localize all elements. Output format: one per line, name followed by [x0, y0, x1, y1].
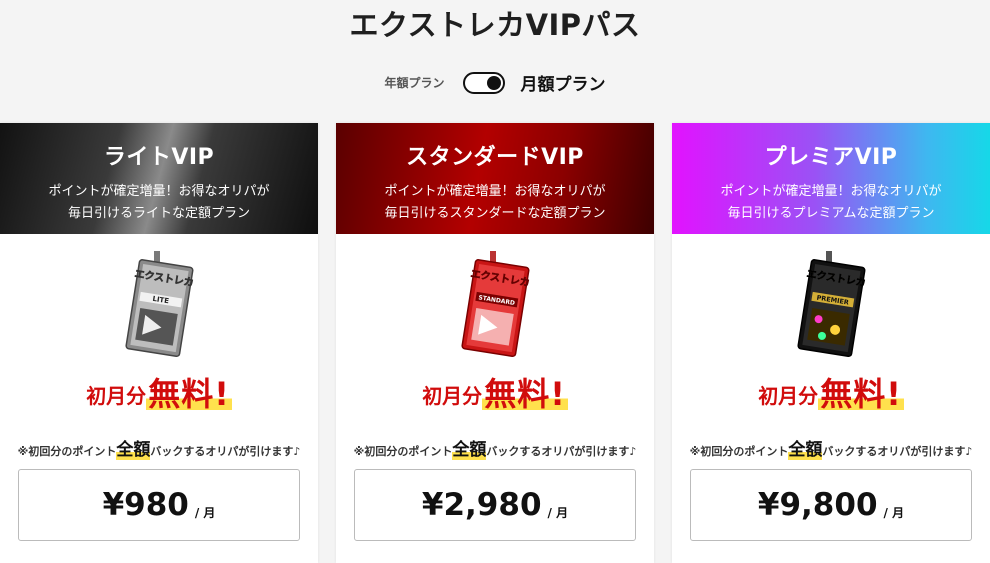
- price-amount: ¥980: [102, 487, 189, 523]
- plan-header: プレミアVIP ポイントが確定増量！お得なオリパが 毎日引けるプレミアムな定額プ…: [672, 123, 990, 234]
- promo-first-month: 初月分: [758, 384, 819, 408]
- price-unit: / 月: [194, 505, 216, 520]
- cashback-note: ※初回分のポイント全額バックするオリパが引けます♪: [0, 435, 318, 460]
- price-box[interactable]: ¥980 / 月: [18, 469, 300, 541]
- note-text: ※初回分のポイント: [353, 445, 453, 458]
- note-highlight: 全額: [788, 440, 823, 460]
- promo-first-month: 初月分: [422, 384, 483, 408]
- promo-first-month-free: 初月分無料!: [0, 369, 318, 415]
- vip-card-image: エクストレカ STANDARD: [336, 251, 654, 361]
- note-text: バックするオリパが引けます♪: [822, 445, 973, 458]
- note-highlight: 全額: [452, 440, 487, 460]
- plan-description-line: ポイントが確定増量！お得なオリパが: [48, 184, 270, 199]
- plan-list: ライトVIP ポイントが確定増量！お得なオリパが 毎日引けるライトな定額プラン …: [0, 123, 990, 563]
- plan-header: スタンダードVIP ポイントが確定増量！お得なオリパが 毎日引けるスタンダードな…: [336, 123, 654, 234]
- price-amount: ¥2,980: [421, 487, 542, 523]
- billing-toggle: 年額プラン 月額プラン: [0, 70, 990, 95]
- note-text: バックするオリパが引けます♪: [150, 445, 301, 458]
- plan-card-standard[interactable]: スタンダードVIP ポイントが確定増量！お得なオリパが 毎日引けるスタンダードな…: [336, 123, 654, 563]
- plan-name: スタンダードVIP: [406, 145, 584, 170]
- price-unit: / 月: [547, 505, 569, 520]
- cashback-note: ※初回分のポイント全額バックするオリパが引けます♪: [672, 435, 990, 460]
- vip-card-image: エクストレカ PREMIER: [672, 251, 990, 361]
- price-box[interactable]: ¥2,980 / 月: [354, 469, 636, 541]
- plan-name: ライトVIP: [103, 145, 215, 170]
- billing-period-switch[interactable]: [462, 71, 505, 94]
- plan-card-lite[interactable]: ライトVIP ポイントが確定増量！お得なオリパが 毎日引けるライトな定額プラン …: [0, 123, 318, 563]
- promo-first-month-free: 初月分無料!: [672, 369, 990, 415]
- note-text: ※初回分のポイント: [17, 445, 117, 458]
- promo-first-month: 初月分: [86, 384, 147, 408]
- promo-free: 無料!: [146, 375, 232, 413]
- plan-description: ポイントが確定増量！お得なオリパが 毎日引けるプレミアムな定額プラン: [672, 181, 990, 225]
- price-amount: ¥9,800: [757, 487, 878, 523]
- price-box[interactable]: ¥9,800 / 月: [690, 469, 972, 541]
- page-title: エクストレカVIPパス: [349, 8, 641, 42]
- price-unit: / 月: [883, 505, 905, 520]
- cashback-note: ※初回分のポイント全額バックするオリパが引けます♪: [336, 435, 654, 460]
- yearly-plan-label[interactable]: 年額プラン: [384, 74, 444, 91]
- promo-free: 無料!: [818, 375, 904, 413]
- vip-card-image: エクストレカ LITE: [0, 251, 318, 361]
- promo-free: 無料!: [482, 375, 568, 413]
- note-text: ※初回分のポイント: [689, 445, 789, 458]
- plan-name: プレミアVIP: [764, 145, 898, 170]
- plan-header: ライトVIP ポイントが確定増量！お得なオリパが 毎日引けるライトな定額プラン: [0, 123, 318, 234]
- plan-description-line: 毎日引けるプレミアムな定額プラン: [727, 206, 935, 221]
- plan-card-premier[interactable]: プレミアVIP ポイントが確定増量！お得なオリパが 毎日引けるプレミアムな定額プ…: [672, 123, 990, 563]
- plan-description-line: 毎日引けるスタンダードな定額プラン: [384, 206, 606, 221]
- plan-description-line: 毎日引けるライトな定額プラン: [67, 206, 250, 221]
- note-highlight: 全額: [116, 440, 151, 460]
- plan-description-line: ポイントが確定増量！お得なオリパが: [720, 184, 942, 199]
- promo-first-month-free: 初月分無料!: [336, 369, 654, 415]
- plan-description-line: ポイントが確定増量！お得なオリパが: [384, 184, 606, 199]
- monthly-plan-label[interactable]: 月額プラン: [521, 70, 606, 95]
- note-text: バックするオリパが引けます♪: [486, 445, 637, 458]
- plan-description: ポイントが確定増量！お得なオリパが 毎日引けるライトな定額プラン: [0, 181, 318, 225]
- plan-description: ポイントが確定増量！お得なオリパが 毎日引けるスタンダードな定額プラン: [336, 181, 654, 225]
- switch-knob: [486, 75, 501, 90]
